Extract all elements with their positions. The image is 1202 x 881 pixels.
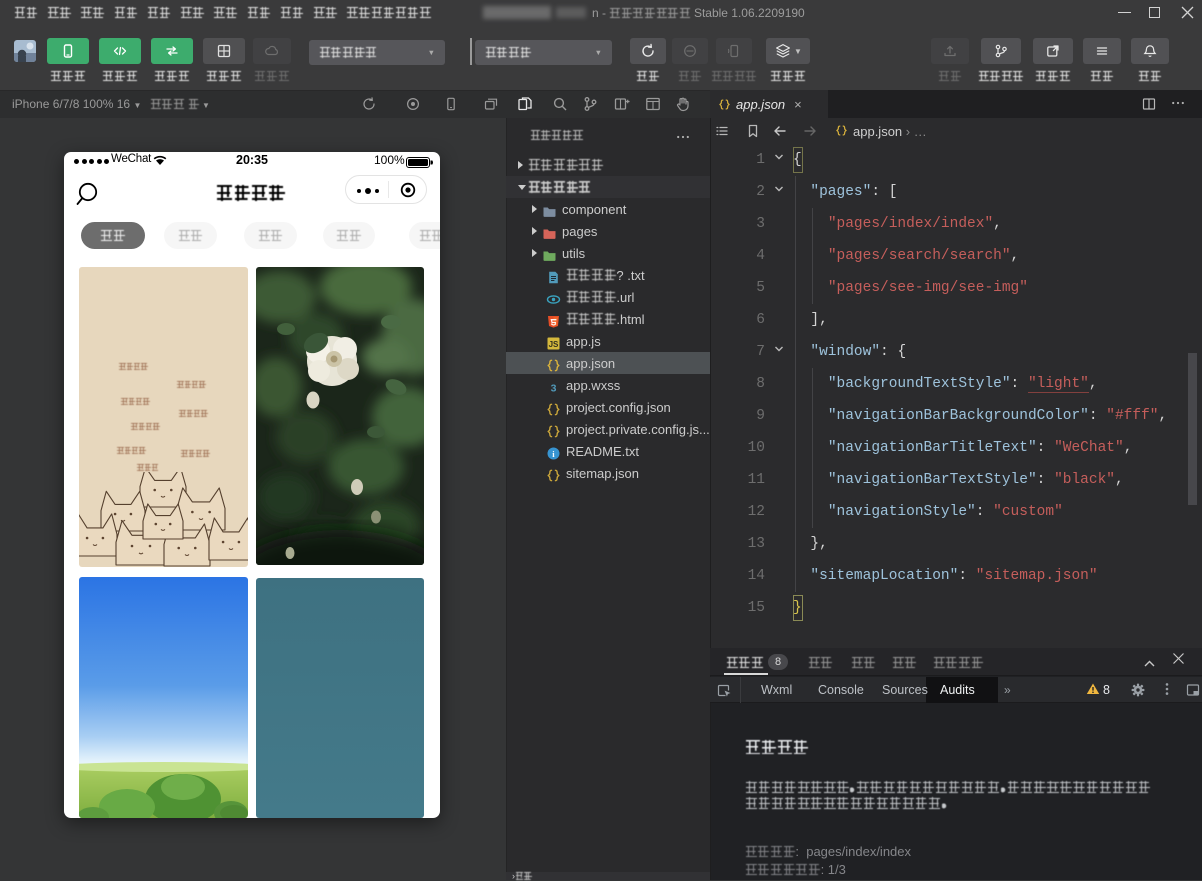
svg-text:3: 3 — [551, 382, 557, 394]
svg-text:JS: JS — [549, 340, 559, 349]
